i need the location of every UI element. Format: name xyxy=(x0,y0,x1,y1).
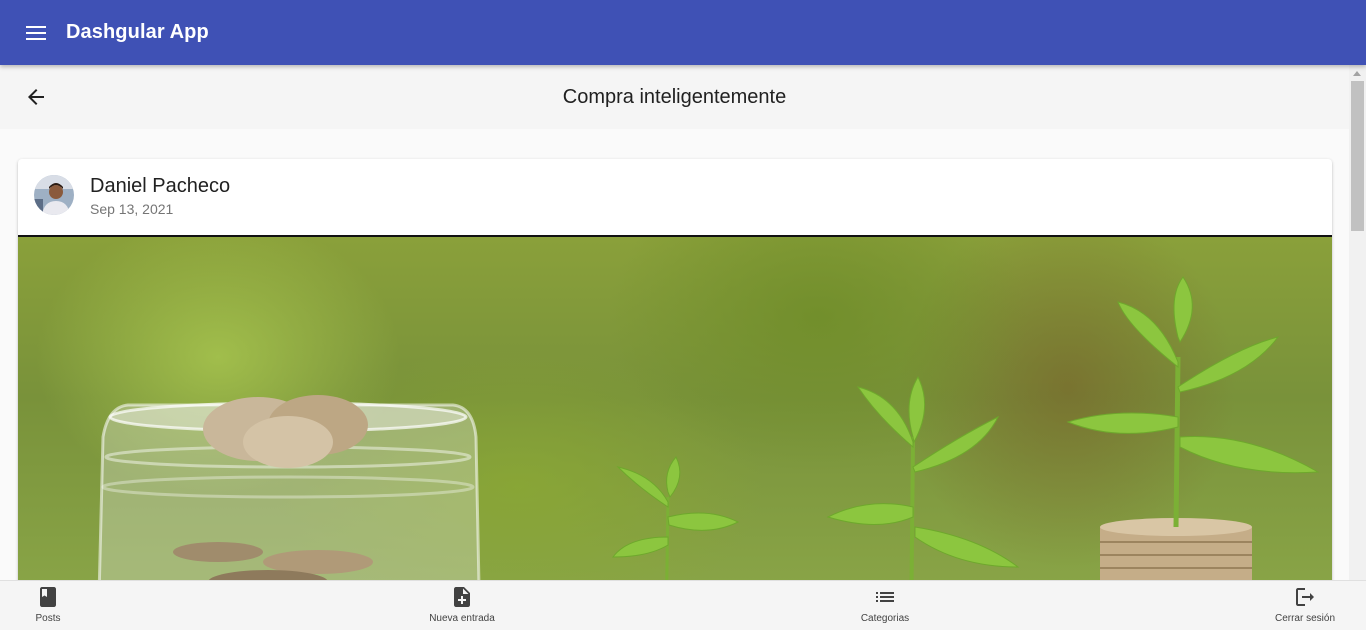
book-icon xyxy=(40,587,56,607)
bottom-navigation: Posts Nueva entrada Categorias Cerrar se… xyxy=(0,580,1366,630)
post-image xyxy=(18,235,1332,580)
page-subheader: Compra inteligentemente xyxy=(0,65,1349,129)
back-arrow-icon[interactable] xyxy=(24,85,48,109)
nav-label-categories: Categorias xyxy=(860,613,910,624)
scrollbar-thumb[interactable] xyxy=(1351,81,1364,231)
post-author: Daniel Pacheco xyxy=(90,175,231,197)
nav-item-new-post[interactable]: Nueva entrada xyxy=(422,585,502,627)
coin-jar-illustration xyxy=(97,395,481,580)
post-date: Sep 13, 2021 xyxy=(90,201,174,217)
post-card: Daniel Pacheco Sep 13, 2021 xyxy=(18,159,1332,580)
scroll-up-arrow-icon[interactable] xyxy=(1353,71,1361,76)
app-title: Dashgular App xyxy=(66,21,209,43)
logout-icon xyxy=(1296,588,1314,606)
nav-item-logout[interactable]: Cerrar sesión xyxy=(1268,585,1342,627)
list-icon xyxy=(876,592,894,602)
note-add-icon xyxy=(454,587,470,607)
nav-item-categories[interactable]: Categorias xyxy=(850,585,920,627)
coin-stack-illustration xyxy=(1100,518,1252,580)
menu-icon[interactable] xyxy=(24,21,48,45)
page-title: Compra inteligentemente xyxy=(562,85,787,108)
top-app-bar: Dashgular App xyxy=(0,0,1366,65)
post-card-header: Daniel Pacheco Sep 13, 2021 xyxy=(18,159,1332,235)
nav-label-logout: Cerrar sesión xyxy=(1274,613,1336,624)
nav-label-new-post: Nueva entrada xyxy=(429,613,495,624)
nav-label-posts: Posts xyxy=(35,613,61,624)
avatar xyxy=(34,175,74,215)
vertical-scrollbar[interactable] xyxy=(1349,65,1366,580)
main-content: Compra inteligentemente Daniel Pacheco S… xyxy=(0,65,1349,580)
nav-item-posts[interactable]: Posts xyxy=(28,585,68,627)
